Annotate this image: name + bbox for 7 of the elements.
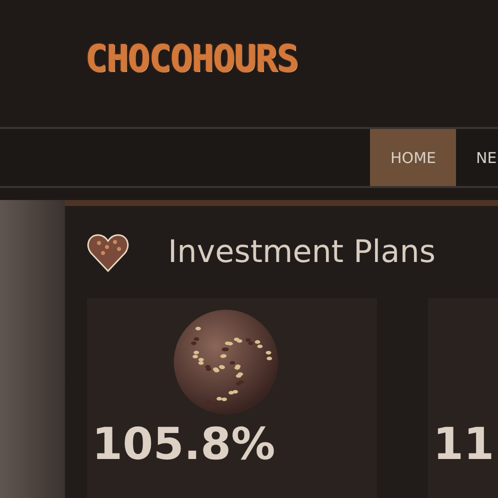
nav-link[interactable]: NE: [456, 129, 498, 186]
plan-rate: 11: [433, 420, 494, 470]
logo[interactable]: CHOCOHOURS: [85, 37, 298, 80]
nav-link[interactable]: HOME: [370, 129, 456, 186]
section-title: Investment Plans: [168, 234, 436, 270]
chocolate-ball-icon: [172, 308, 280, 416]
plan-rate: 105.8%: [92, 420, 276, 470]
